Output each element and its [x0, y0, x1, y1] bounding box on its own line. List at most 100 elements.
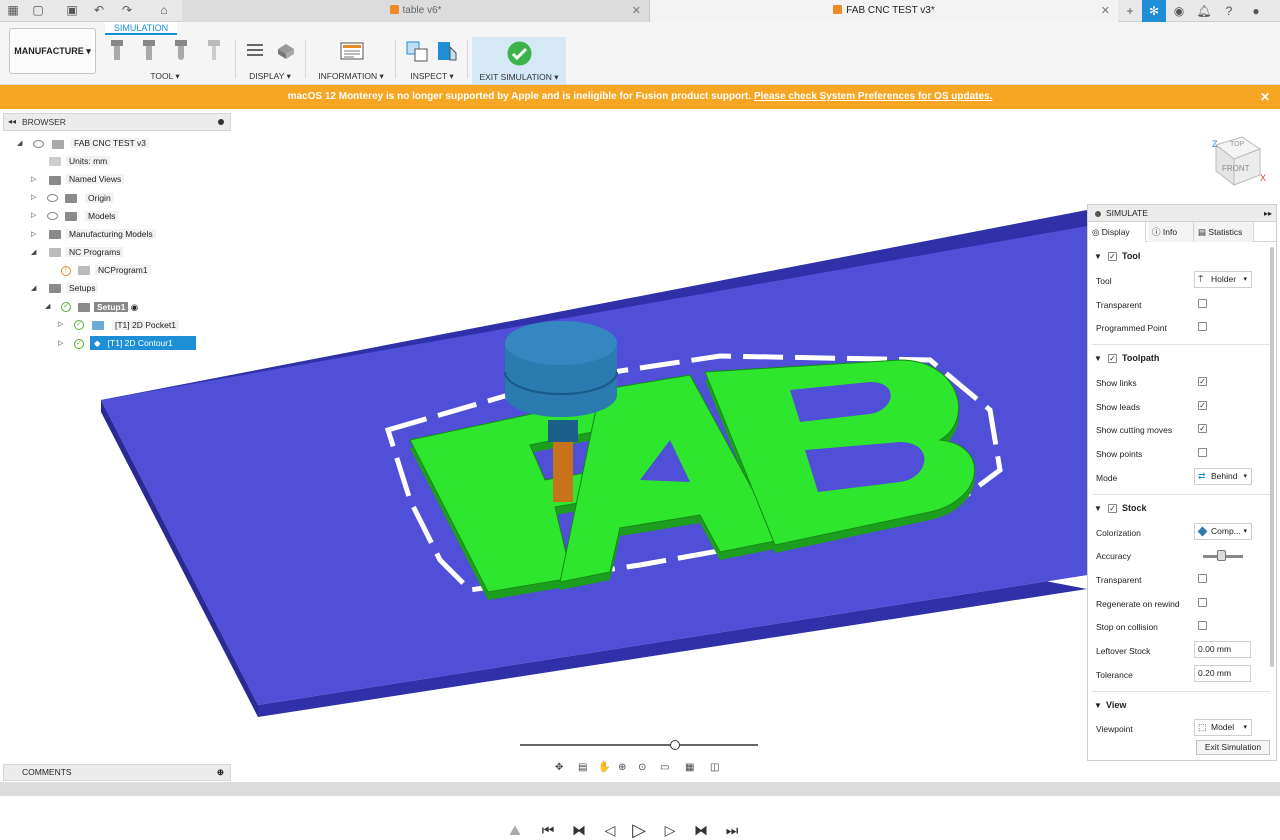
accuracy-slider-handle[interactable]: [1217, 550, 1226, 561]
home-icon[interactable]: ⌂: [157, 3, 171, 17]
expand-toggle[interactable]: ▷: [31, 175, 36, 183]
step-forward-button[interactable]: ▷: [660, 820, 680, 840]
tool-group[interactable]: TOOL ▾: [105, 36, 225, 82]
play-button[interactable]: ▷: [629, 820, 649, 840]
expand-toggle[interactable]: ◢: [45, 302, 50, 310]
show-cutting-moves-checkbox[interactable]: ✓: [1198, 424, 1207, 433]
previous-operation-button[interactable]: ⧓: [569, 820, 589, 840]
tree-item-manufacturing-models[interactable]: Manufacturing Models: [66, 227, 156, 241]
tab-table-v6[interactable]: table v6* ✕: [182, 0, 650, 22]
file-icon[interactable]: ▢: [31, 3, 45, 17]
view-cube[interactable]: Z TOP FRONT X: [1208, 131, 1268, 191]
inspect-group[interactable]: INSPECT ▾: [403, 36, 461, 82]
tab-fab-cnc-test[interactable]: FAB CNC TEST v3* ✕: [650, 0, 1118, 22]
expand-toggle[interactable]: ▷: [58, 320, 63, 328]
pan-icon[interactable]: ✋: [598, 762, 610, 773]
new-tab-icon[interactable]: +: [1118, 0, 1142, 22]
close-icon[interactable]: ✕: [1260, 85, 1270, 109]
show-points-checkbox[interactable]: [1198, 448, 1207, 457]
banner-link[interactable]: Please check System Preferences for OS u…: [754, 91, 992, 102]
exit-simulation-panel-button[interactable]: Exit Simulation: [1196, 740, 1270, 755]
go-to-start-button[interactable]: ⏮: [538, 820, 558, 840]
job-status-icon[interactable]: ◉: [1167, 0, 1191, 22]
expand-toggle[interactable]: ▷: [31, 230, 36, 238]
next-operation-button[interactable]: ⧓: [691, 820, 711, 840]
regenerate-checkbox[interactable]: [1198, 598, 1207, 607]
playback-timeline[interactable]: [520, 744, 758, 746]
programmed-point-checkbox[interactable]: [1198, 322, 1207, 331]
expand-toggle[interactable]: ◢: [17, 139, 22, 147]
save-icon[interactable]: ▣: [65, 3, 79, 17]
tree-item-2d-pocket1[interactable]: [T1] 2D Pocket1: [112, 318, 179, 332]
browser-header[interactable]: ◂◂ BROWSER: [3, 113, 231, 131]
mode-dropdown[interactable]: ⇄ Behind ▾: [1194, 468, 1252, 485]
information-group[interactable]: INFORMATION ▾: [313, 36, 389, 82]
show-links-checkbox[interactable]: ✓: [1198, 377, 1207, 386]
tree-item-nc-programs[interactable]: NC Programs: [66, 245, 124, 259]
stock-section-checkbox[interactable]: ✓: [1108, 504, 1117, 513]
help-icon[interactable]: ?: [1217, 0, 1241, 22]
tree-item-origin[interactable]: Origin: [85, 191, 114, 205]
expand-toggle[interactable]: ◢: [31, 284, 36, 292]
panel-scrollbar[interactable]: [1270, 247, 1274, 667]
stock-transparent-checkbox[interactable]: [1198, 574, 1207, 583]
tree-item-named-views[interactable]: Named Views: [66, 172, 125, 186]
collapse-stock-icon[interactable]: ▼: [1094, 504, 1102, 513]
display-settings-icon[interactable]: ▭: [660, 762, 669, 773]
collapse-tool-icon[interactable]: ▼: [1094, 252, 1102, 261]
notifications-icon[interactable]: 🔔︎: [1192, 0, 1216, 22]
grid-menu-icon[interactable]: ▦: [6, 3, 20, 17]
workspace-switcher[interactable]: MANUFACTURE ▾: [9, 28, 96, 74]
display-group[interactable]: DISPLAY ▾: [243, 36, 297, 82]
visibility-icon[interactable]: [33, 140, 44, 148]
tolerance-input[interactable]: 0.20 mm: [1194, 665, 1251, 682]
viewpoint-dropdown[interactable]: ⬚ Model ▾: [1194, 719, 1252, 736]
orbit-icon[interactable]: ✥: [555, 762, 563, 773]
playback-slider-handle[interactable]: [669, 740, 680, 750]
exit-simulation-button[interactable]: EXIT SIMULATION ▾: [472, 37, 566, 84]
tree-item-models[interactable]: Models: [85, 209, 119, 223]
close-icon[interactable]: ✕: [632, 0, 641, 22]
extensions-icon[interactable]: ✻: [1142, 0, 1166, 22]
tree-item-setups[interactable]: Setups: [66, 281, 99, 295]
collapse-toolpath-icon[interactable]: ▼: [1094, 354, 1102, 363]
redo-icon[interactable]: ↷: [120, 3, 134, 17]
collapse-view-icon[interactable]: ▼: [1094, 701, 1102, 710]
colorization-dropdown[interactable]: Comp... ▾: [1194, 523, 1252, 540]
visibility-icon[interactable]: [47, 212, 58, 220]
tool-shank[interactable]: [553, 440, 573, 502]
toolpath-section-checkbox[interactable]: ✓: [1108, 354, 1117, 363]
expand-toggle[interactable]: ◢: [31, 248, 36, 256]
tree-item-root[interactable]: FAB CNC TEST v3: [71, 136, 149, 150]
leftover-stock-input[interactable]: 0.00 mm: [1194, 641, 1251, 658]
tool-section-checkbox[interactable]: ✓: [1108, 252, 1117, 261]
stop-collision-checkbox[interactable]: [1198, 621, 1207, 630]
grid-settings-icon[interactable]: ▦: [685, 762, 694, 773]
tree-item-units[interactable]: Units: mm: [66, 154, 111, 168]
tree-item-ncprogram1[interactable]: NCProgram1: [95, 263, 151, 277]
tab-simulation[interactable]: SIMULATION: [105, 22, 177, 35]
expand-toggle[interactable]: ▷: [31, 193, 36, 201]
collapse-icon[interactable]: ◂◂: [8, 114, 16, 130]
add-comment-icon[interactable]: ⊕: [217, 765, 224, 780]
close-icon[interactable]: ✕: [1101, 0, 1110, 22]
visibility-icon[interactable]: [47, 194, 58, 202]
tab-statistics[interactable]: ▤ Statistics: [1194, 222, 1254, 242]
tab-display[interactable]: ◎ Display: [1088, 222, 1146, 242]
expand-toggle[interactable]: ▷: [31, 211, 36, 219]
show-leads-checkbox[interactable]: ✓: [1198, 401, 1207, 410]
tree-item-2d-contour1[interactable]: ◆ [T1] 2D Contour1: [90, 336, 196, 350]
comments-panel[interactable]: COMMENTS ⊕: [3, 764, 231, 781]
step-backward-button[interactable]: ◁: [600, 820, 620, 840]
speed-icon[interactable]: ⛰: [505, 820, 525, 840]
expand-panel-icon[interactable]: ▸▸: [1264, 205, 1272, 222]
viewports-icon[interactable]: ◫: [710, 762, 719, 773]
fit-icon[interactable]: ⊙: [638, 762, 646, 773]
expand-toggle[interactable]: ▷: [58, 339, 63, 347]
undo-icon[interactable]: ↶: [92, 3, 106, 17]
pin-icon[interactable]: [218, 119, 224, 125]
zoom-icon[interactable]: ⊕: [618, 762, 626, 773]
look-at-icon[interactable]: ▤: [578, 762, 587, 773]
go-to-end-button[interactable]: ⏭: [722, 820, 742, 840]
transparent-checkbox[interactable]: [1198, 299, 1207, 308]
